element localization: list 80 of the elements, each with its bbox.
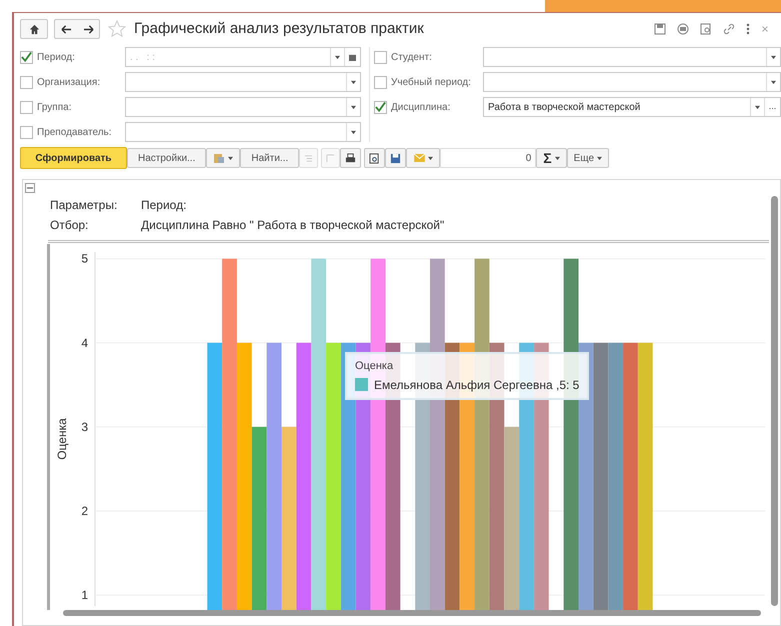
- forward-arrow-icon: [82, 24, 94, 34]
- axis-tick-label: 1: [81, 588, 88, 602]
- checkbox[interactable]: [374, 50, 387, 64]
- axis-tick-label: 5: [81, 252, 88, 266]
- field-label: Учебный период:: [391, 76, 472, 90]
- close-icon[interactable]: [761, 25, 769, 33]
- checkbox[interactable]: [374, 76, 387, 88]
- checkbox[interactable]: [20, 100, 33, 114]
- horizontal-scrollbar[interactable]: [63, 610, 761, 616]
- parameter-label: Отбор:: [50, 217, 90, 234]
- caret-icon: [771, 54, 776, 60]
- axis-tick-label: 2: [81, 504, 88, 518]
- checkbox[interactable]: [20, 50, 33, 64]
- axis-tick-label: 4: [81, 336, 88, 350]
- home-icon: [28, 24, 40, 34]
- toolbar-button[interactable]: Настройки...: [127, 148, 206, 168]
- input-field[interactable]: . . : :: [125, 47, 361, 67]
- check-icon: [21, 51, 32, 63]
- text-input[interactable]: . . : :: [126, 48, 330, 66]
- parameter-value: Дисциплина Равно " Работа в творческой мастерской": [141, 217, 444, 234]
- paste-menu-button[interactable]: [206, 148, 240, 168]
- clipboard-icon: [213, 152, 226, 164]
- toolbar-button[interactable]: [299, 148, 318, 168]
- printer-icon: [345, 152, 356, 164]
- floppy-icon: [390, 152, 402, 164]
- caret-icon: [597, 156, 602, 160]
- toolbar-button[interactable]: Найти...: [240, 148, 300, 168]
- caret-icon: [755, 104, 760, 110]
- link-icon[interactable]: [723, 23, 735, 35]
- caret-icon: [351, 80, 356, 84]
- list-icon: [304, 154, 314, 162]
- save-button[interactable]: [385, 148, 406, 168]
- axis-title: Оценка: [55, 418, 69, 460]
- magnifier-icon: [369, 152, 380, 164]
- field-label: Группа:: [37, 100, 72, 114]
- window-title: Графический анализ результатов практик: [134, 18, 425, 39]
- print-button[interactable]: [340, 148, 362, 168]
- field-label: Дисциплина:: [391, 100, 452, 114]
- field-label: Студент:: [391, 50, 433, 64]
- star-icon[interactable]: [108, 20, 126, 38]
- number-field[interactable]: 0: [440, 148, 536, 168]
- corner-icon: [326, 154, 336, 162]
- preview-button[interactable]: [364, 148, 386, 168]
- field-label: Организация:: [37, 76, 102, 90]
- caret-icon: [335, 54, 340, 60]
- save-icon[interactable]: [654, 23, 666, 35]
- back-arrow-icon: [60, 24, 72, 34]
- caret-icon: [428, 156, 433, 160]
- checkbox[interactable]: [374, 100, 387, 114]
- text-input[interactable]: Работа в творческой мастерской: [484, 98, 750, 116]
- parameter-label: Параметры:: [50, 197, 118, 214]
- collapse-icon[interactable]: [25, 183, 35, 193]
- checkbox[interactable]: [20, 76, 33, 88]
- field-label: Период:: [37, 50, 76, 64]
- input-field[interactable]: [125, 72, 361, 92]
- caret-icon: [554, 156, 560, 160]
- envelope-icon: [414, 154, 425, 162]
- check-icon: [375, 101, 386, 113]
- parameter-value: Период:: [141, 197, 186, 214]
- more-menu-button[interactable]: Еще: [566, 148, 610, 168]
- caret-icon: [771, 80, 776, 84]
- input-field[interactable]: [125, 122, 361, 142]
- generate-button[interactable]: Сформировать: [20, 147, 127, 169]
- home-button[interactable]: [20, 19, 48, 39]
- more-icon[interactable]: [746, 23, 750, 35]
- axis-tick-label: 3: [81, 420, 88, 434]
- select-button[interactable]: ...: [764, 98, 780, 116]
- tooltip-title: Оценка: [355, 359, 394, 374]
- tooltip-text: Емельянова Альфия Сергеевна ,5: 5: [374, 376, 580, 394]
- vertical-scrollbar[interactable]: [771, 196, 778, 606]
- sum-menu-button[interactable]: Σ: [536, 148, 567, 168]
- caret-icon: [351, 104, 356, 110]
- input-field[interactable]: [125, 97, 361, 117]
- print-icon[interactable]: [677, 23, 689, 35]
- field-label: Преподаватель:: [37, 126, 113, 140]
- input-field[interactable]: Работа в творческой мастерской ...: [483, 97, 781, 117]
- checkbox[interactable]: [20, 126, 33, 138]
- caret-icon: [351, 130, 356, 134]
- preview-icon[interactable]: [700, 23, 712, 35]
- caret-icon: [228, 156, 234, 160]
